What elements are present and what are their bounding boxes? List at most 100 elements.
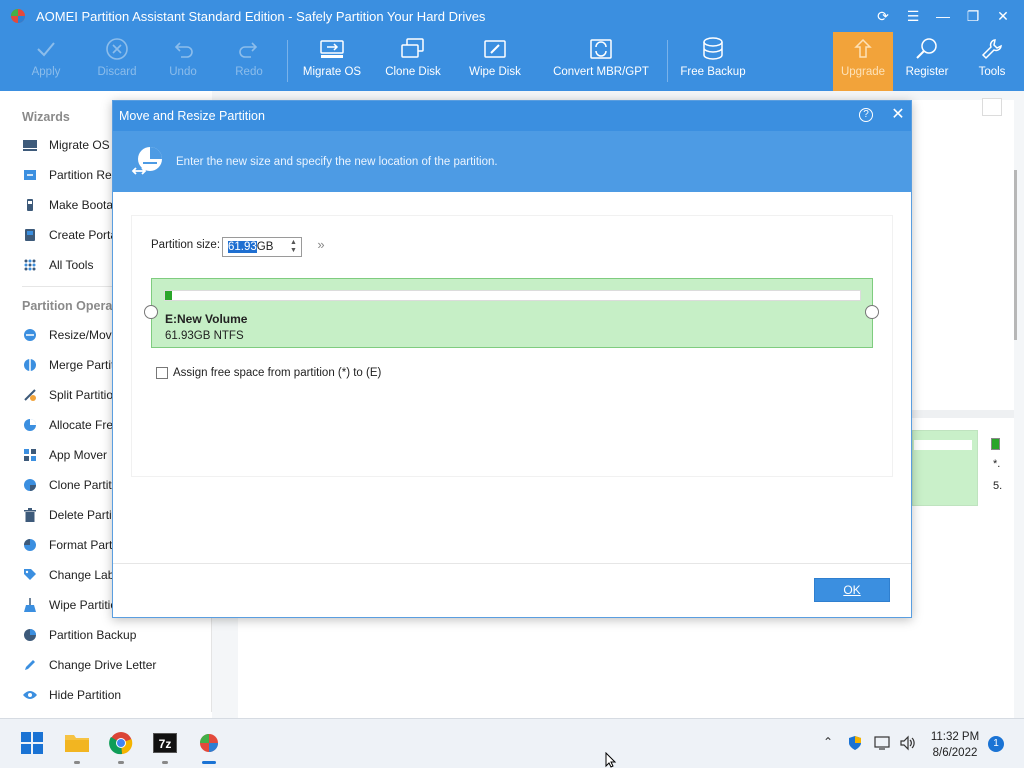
sidebar-item-hide-partition[interactable]: Hide Partition [12, 680, 212, 710]
right-resize-handle[interactable] [865, 305, 879, 319]
sidebar-item-label: Hide Partition [49, 688, 122, 702]
7zip-icon[interactable]: 7z [151, 729, 179, 757]
chrome-icon[interactable] [107, 729, 135, 757]
wipe-disk-icon [481, 32, 509, 66]
discard-icon [105, 32, 129, 66]
clock-time: 11:32 PM [930, 731, 980, 743]
redo-button[interactable]: Redo [232, 32, 266, 91]
advanced-options-icon[interactable]: » [313, 237, 329, 255]
aomei-logo-icon [11, 9, 25, 23]
sidebar-item-label: Partition Backup [49, 628, 137, 642]
pencil-icon [22, 657, 38, 673]
tools-button[interactable]: Tools [974, 32, 1010, 91]
sidebar-item-label: Clone Partitio [49, 478, 122, 492]
volume-icon[interactable] [899, 735, 917, 754]
migrate-os-icon [22, 137, 38, 153]
dialog-instructions: Enter the new size and specify the new l… [176, 156, 498, 168]
mouse-cursor-icon [605, 752, 617, 768]
assign-free-space-checkbox[interactable] [156, 367, 168, 379]
assign-free-space-option[interactable]: Assign free space from partition (*) to … [156, 367, 381, 379]
convert-label: Convert MBR/GPT [553, 66, 649, 78]
sidebar-item-label: Format Partit [49, 538, 119, 552]
undo-label: Undo [169, 66, 197, 78]
notification-badge[interactable]: 1 [988, 736, 1004, 752]
sidebar-item-label: Merge Partiti [49, 358, 118, 372]
toolbar-divider [667, 40, 668, 82]
backup-icon [699, 32, 727, 66]
apply-button[interactable]: Apply [26, 32, 66, 91]
security-shield-icon[interactable] [847, 735, 863, 754]
migrate-os-button[interactable]: Migrate OS [300, 32, 364, 91]
start-icon[interactable] [18, 729, 46, 757]
all-tools-icon [22, 257, 38, 273]
redo-label: Redo [235, 66, 263, 78]
apply-label: Apply [31, 66, 61, 78]
running-indicator [118, 761, 124, 764]
partition-color-swatch [991, 438, 1000, 450]
clone-disk-button[interactable]: Clone Disk [384, 32, 442, 91]
free-backup-button[interactable]: Free Backup [680, 32, 746, 91]
scrollbar[interactable] [1014, 170, 1017, 340]
sidebar-item-label: All Tools [49, 258, 94, 272]
partition-block[interactable]: E:New Volume 61.93GB NTFS [151, 278, 873, 348]
dialog-footer-divider [113, 563, 911, 564]
ok-button[interactable]: OK [814, 578, 890, 602]
partition-size-unit: GB [256, 241, 274, 253]
app-mover-icon [22, 447, 38, 463]
taskbar: 7z ⌃ 11:32 PM 8/6/2022 1 [0, 718, 1024, 768]
restore-icon[interactable]: ❐ [958, 6, 988, 26]
convert-mbr-gpt-button[interactable]: Convert MBR/GPT [552, 32, 650, 91]
file-explorer-icon[interactable] [63, 729, 91, 757]
upgrade-arrow-icon [850, 32, 876, 66]
sidebar-item-change-drive-letter[interactable]: Change Drive Letter [12, 650, 212, 680]
upgrade-button[interactable]: Upgrade [833, 32, 893, 91]
partition-size-fragment: 5. [993, 480, 1003, 492]
view-toggle-icon[interactable] [982, 98, 1002, 116]
help-icon[interactable]: ? [859, 108, 873, 122]
refresh-icon[interactable]: ⟳ [868, 6, 898, 26]
dialog-close-icon[interactable]: ✕ [888, 105, 908, 125]
allocate-free-space-icon [22, 417, 38, 433]
clock[interactable]: 11:32 PM 8/6/2022 [925, 729, 985, 761]
undo-icon [171, 32, 195, 66]
assign-free-space-label: Assign free space from partition (*) to … [173, 367, 382, 379]
partition-size-stepper[interactable]: 61.93GB ▲ ▼ [222, 237, 302, 257]
resize-move-icon [22, 327, 38, 343]
sidebar-item-partition-backup[interactable]: Partition Backup [12, 620, 212, 650]
dialog-title-bar: Move and Resize Partition ? ✕ [113, 101, 911, 131]
wipe-disk-button[interactable]: Wipe Disk [468, 32, 522, 91]
split-partition-icon [22, 387, 38, 403]
minimize-icon[interactable]: — [928, 6, 958, 26]
convert-icon [587, 32, 615, 66]
bootable-media-icon [22, 197, 38, 213]
partition-label-fragment: *. [993, 458, 1001, 470]
sidebar-item-label: Make Bootab [49, 198, 120, 212]
sidebar-item-label: Change Drive Letter [49, 658, 157, 672]
left-resize-handle[interactable] [144, 305, 158, 319]
spinner-arrows-icon[interactable]: ▲ ▼ [289, 239, 298, 255]
aomei-icon[interactable] [195, 729, 223, 757]
network-icon[interactable] [874, 735, 892, 754]
discard-button[interactable]: Discard [94, 32, 140, 91]
register-button[interactable]: Register [904, 32, 950, 91]
wipe-disk-label: Wipe Disk [469, 66, 521, 78]
clone-disk-icon [399, 32, 427, 66]
partition-usage-bar [914, 440, 972, 450]
dialog-banner: Enter the new size and specify the new l… [113, 131, 911, 192]
toolbar: Apply Discard Undo Redo Migrate OS Clone… [0, 32, 1024, 91]
register-label: Register [905, 66, 949, 78]
partition-size-value: 61.93 [228, 241, 257, 253]
move-resize-dialog: Move and Resize Partition ? ✕ Enter the … [112, 100, 912, 618]
title-bar: AOMEI Partition Assistant Standard Editi… [0, 0, 1024, 32]
partition-backup-icon [22, 627, 38, 643]
chevron-up-icon[interactable]: ⌃ [823, 735, 833, 749]
close-icon[interactable]: ✕ [988, 6, 1018, 26]
undo-button[interactable]: Undo [166, 32, 200, 91]
search-key-icon [914, 32, 940, 66]
free-backup-label: Free Backup [680, 66, 746, 78]
merge-partition-icon [22, 357, 38, 373]
tag-icon [22, 567, 38, 583]
menu-icon[interactable]: ☰ [898, 6, 928, 26]
tools-label: Tools [978, 66, 1006, 78]
trash-icon [22, 507, 38, 523]
